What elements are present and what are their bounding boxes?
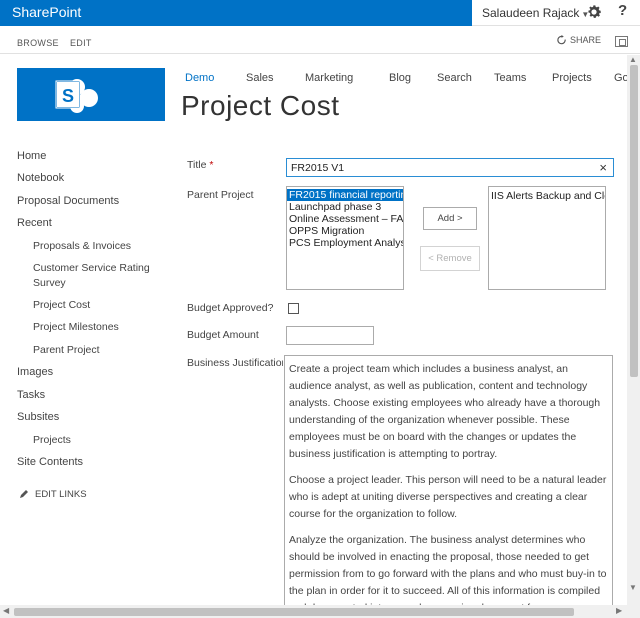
tab-browse[interactable]: BROWSE — [17, 38, 59, 48]
justification-paragraph: Create a project team which includes a b… — [289, 363, 601, 460]
list-item[interactable]: Online Assessment – FAQ — [287, 213, 403, 225]
edit-links-label: EDIT LINKS — [35, 489, 87, 500]
user-menu[interactable]: Salaudeen Rajack ▼ — [482, 6, 589, 20]
vertical-scrollbar[interactable]: ▲ ▼ — [627, 55, 640, 605]
leftnav-projects[interactable]: Projects — [33, 434, 71, 446]
leftnav-parent-project[interactable]: Parent Project — [33, 344, 100, 356]
topnav-projects[interactable]: Projects — [552, 72, 592, 84]
title-label-text: Title — [187, 159, 207, 171]
horizontal-scrollbar[interactable]: ◀ ▶ — [0, 605, 627, 618]
leftnav-notebook[interactable]: Notebook — [17, 172, 64, 184]
sharepoint-brand-link[interactable]: SharePoint — [12, 4, 81, 20]
available-projects-listbox[interactable]: FR2015 financial reporting Launchpad pha… — [286, 186, 404, 290]
share-button[interactable]: SHARE — [556, 35, 601, 46]
share-icon — [557, 35, 566, 45]
budget-amount-label: Budget Amount — [187, 329, 259, 341]
gear-icon[interactable] — [585, 3, 603, 21]
page-title: Project Cost — [181, 90, 340, 121]
topnav-teams[interactable]: Teams — [494, 72, 526, 84]
required-marker: * — [209, 159, 214, 171]
scrollbar-corner — [627, 605, 640, 618]
clear-icon[interactable]: × — [599, 160, 607, 175]
selected-projects-listbox[interactable]: IIS Alerts Backup and Cleanup — [488, 186, 606, 290]
budget-approved-checkbox[interactable] — [288, 303, 299, 314]
leftnav-recent[interactable]: Recent — [17, 217, 52, 229]
suite-brand-bar: SharePoint — [0, 0, 472, 26]
leftnav-tasks[interactable]: Tasks — [17, 389, 45, 401]
title-input-value: FR2015 V1 — [291, 162, 345, 174]
add-button[interactable]: Add > — [423, 207, 477, 230]
focus-on-content-icon[interactable] — [615, 36, 628, 47]
horizontal-scroll-thumb[interactable] — [14, 608, 574, 616]
list-item[interactable]: IIS Alerts Backup and Cleanup — [489, 190, 605, 202]
topnav-search[interactable]: Search — [437, 72, 472, 84]
scroll-down-icon[interactable]: ▼ — [629, 583, 637, 592]
leftnav-customer-service-rating[interactable]: Customer Service Rating — [33, 262, 150, 274]
ribbon-bar: BROWSE EDIT SHARE — [0, 30, 640, 54]
list-item[interactable]: FR2015 financial reporting — [287, 189, 403, 201]
leftnav-project-cost[interactable]: Project Cost — [33, 299, 90, 311]
topnav-marketing[interactable]: Marketing — [305, 72, 353, 84]
business-justification-editor[interactable]: Create a project team which includes a b… — [284, 355, 613, 618]
help-icon[interactable]: ? — [618, 2, 627, 19]
leftnav-project-milestones[interactable]: Project Milestones — [33, 321, 119, 333]
parent-project-label: Parent Project — [187, 189, 254, 201]
edit-links-button[interactable]: EDIT LINKS — [19, 489, 87, 500]
leftnav-customer-service-rating-survey[interactable]: Survey — [33, 277, 66, 289]
leftnav-images[interactable]: Images — [17, 366, 53, 378]
leftnav-home[interactable]: Home — [17, 150, 46, 162]
leftnav-site-contents[interactable]: Site Contents — [17, 456, 83, 468]
scroll-left-icon[interactable]: ◀ — [3, 606, 9, 615]
pencil-icon — [20, 490, 28, 499]
list-item[interactable]: OPPS Migration — [287, 225, 403, 237]
scroll-right-icon[interactable]: ▶ — [616, 606, 622, 615]
title-label: Title * — [187, 159, 213, 171]
scroll-up-icon[interactable]: ▲ — [629, 55, 637, 64]
leftnav-proposal-documents[interactable]: Proposal Documents — [17, 195, 119, 207]
topnav-demo[interactable]: Demo — [185, 72, 214, 84]
suite-bar-right: Salaudeen Rajack ▼ ? — [472, 0, 640, 26]
suite-bar: SharePoint Salaudeen Rajack ▼ ? — [0, 0, 640, 26]
budget-approved-label: Budget Approved? — [187, 302, 274, 314]
list-item[interactable]: Launchpad phase 3 — [287, 201, 403, 213]
leftnav-proposals-invoices[interactable]: Proposals & Invoices — [33, 240, 131, 252]
list-item[interactable]: PCS Employment Analysis — [287, 237, 403, 249]
leftnav-subsites[interactable]: Subsites — [17, 411, 59, 423]
business-justification-label: Business Justification — [187, 357, 283, 369]
site-logo[interactable]: S — [17, 68, 165, 121]
topnav-blog[interactable]: Blog — [389, 72, 411, 84]
title-input[interactable]: FR2015 V1 × — [286, 158, 614, 177]
svg-text:S: S — [62, 86, 74, 106]
share-label: SHARE — [570, 35, 602, 45]
tab-edit[interactable]: EDIT — [70, 38, 92, 48]
user-name: Salaudeen Rajack — [482, 6, 580, 20]
remove-button[interactable]: < Remove — [420, 246, 480, 271]
budget-amount-input[interactable] — [286, 326, 374, 345]
justification-bullet: Choose a project leader. This person wil… — [289, 472, 608, 523]
vertical-scroll-thumb[interactable] — [630, 65, 638, 377]
topnav-sales[interactable]: Sales — [246, 72, 274, 84]
sharepoint-logo-icon: S — [55, 79, 98, 113]
